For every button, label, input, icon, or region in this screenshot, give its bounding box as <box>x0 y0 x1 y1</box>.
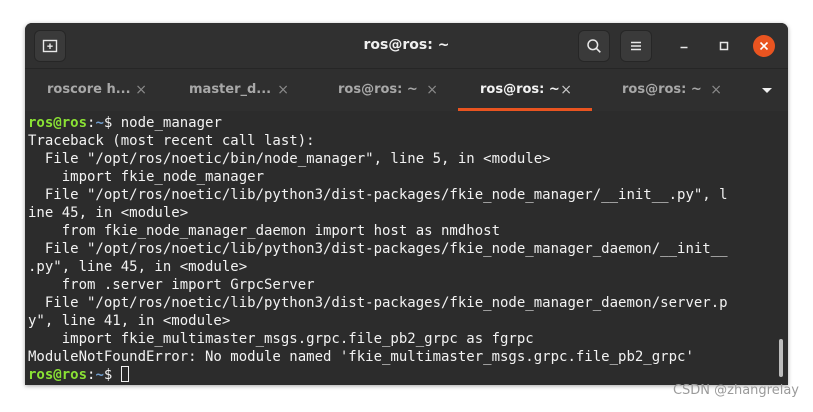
output-line: File "/opt/ros/noetic/lib/python3/dist-p… <box>28 241 728 257</box>
search-button[interactable] <box>578 30 610 62</box>
prompt-dollar: $ <box>103 115 121 131</box>
output-line: ine 45, in <module> <box>28 205 189 221</box>
minimize-icon <box>680 46 688 49</box>
title-bar: ros@ros: ~ <box>25 23 788 68</box>
close-button[interactable] <box>753 35 775 57</box>
output-line: from fkie_node_manager_daemon import hos… <box>28 223 501 239</box>
command-text: node_manager <box>120 115 222 131</box>
minimize-button[interactable] <box>673 35 695 57</box>
scrollbar-thumb[interactable] <box>779 339 783 377</box>
output-line: import fkie_node_manager <box>28 169 265 185</box>
prompt-path: ~ <box>95 115 104 131</box>
terminal-window: ros@ros: ~ roscore h... × master_d... × … <box>25 23 788 385</box>
output-line: import fkie_multimaster_msgs.grpc.file_p… <box>28 331 534 347</box>
prompt-path: ~ <box>95 367 104 383</box>
tab-terminal-5[interactable]: ros@ros: ~ × <box>600 69 742 111</box>
tab-bar: roscore h... × master_d... × ros@ros: ~ … <box>25 68 788 111</box>
prompt-dollar: $ <box>103 367 121 383</box>
search-icon <box>587 39 601 53</box>
tab-close-icon[interactable]: × <box>277 82 289 98</box>
tab-label: ros@ros: ~ <box>622 82 702 97</box>
text-cursor <box>120 366 129 382</box>
tab-label: ros@ros: ~ <box>338 82 418 97</box>
tab-master-discovery[interactable]: master_d... × <box>167 69 309 111</box>
menu-button[interactable] <box>620 30 652 62</box>
maximize-icon <box>719 41 729 51</box>
command-line: ros@ros:~$ node_manager <box>28 114 788 132</box>
tab-label: ros@ros: ~ <box>480 82 560 97</box>
output-line: .py", line 45, in <module> <box>28 259 248 275</box>
prompt-line: ros@ros:~$ <box>28 366 788 384</box>
error-line: ModuleNotFoundError: No module named 'fk… <box>28 349 694 365</box>
output-line: y", line 41, in <module> <box>28 313 231 329</box>
chevron-down-icon <box>762 88 772 93</box>
watermark: CSDN @zhangrelay <box>672 383 799 398</box>
terminal-output[interactable]: ros@ros:~$ node_manager Traceback (most … <box>25 111 788 385</box>
maximize-button[interactable] <box>713 35 735 57</box>
close-icon <box>759 41 769 51</box>
hamburger-menu-icon <box>631 41 641 51</box>
tab-label: roscore h... <box>47 82 131 97</box>
tab-roscore[interactable]: roscore h... × <box>25 69 167 111</box>
output-line: File "/opt/ros/noetic/bin/node_manager",… <box>28 151 551 167</box>
tab-terminal-3[interactable]: ros@ros: ~ × <box>316 69 458 111</box>
output-line: File "/opt/ros/noetic/lib/python3/dist-p… <box>28 187 728 203</box>
output-line: Traceback (most recent call last): <box>28 133 315 149</box>
tab-close-icon[interactable]: × <box>426 82 438 98</box>
tab-close-icon[interactable]: × <box>135 82 147 98</box>
tab-close-icon[interactable]: × <box>710 82 722 98</box>
prompt-user: ros@ros <box>28 115 88 131</box>
tab-close-icon[interactable]: × <box>560 82 572 98</box>
tab-terminal-active[interactable]: ros@ros: ~ × <box>458 69 592 111</box>
tab-label: master_d... <box>189 82 272 97</box>
output-line: from .server import GrpcServer <box>28 277 315 293</box>
tab-list-dropdown[interactable] <box>758 81 776 99</box>
output-line: File "/opt/ros/noetic/lib/python3/dist-p… <box>28 295 728 311</box>
prompt-user: ros@ros <box>28 367 88 383</box>
